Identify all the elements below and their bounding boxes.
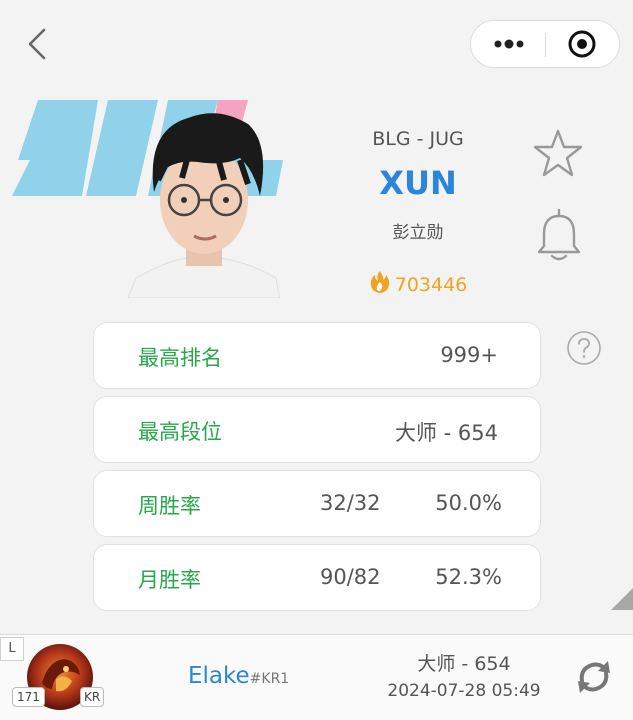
question-circle-icon	[567, 331, 601, 365]
account-rank: 大师 - 654	[417, 653, 511, 675]
stat-card-highest-rank: 最高排名 999+	[93, 322, 541, 389]
mini-program-capsule	[470, 20, 620, 68]
summoner-name-link[interactable]: Elake#KR1	[188, 663, 289, 689]
lane-badge: L	[0, 637, 24, 661]
player-name: XUN	[379, 164, 457, 202]
team-position: BLG - JUG	[372, 128, 464, 150]
account-updated-at: 2024-07-28 05:49	[387, 681, 541, 701]
subscribe-button[interactable]	[536, 208, 582, 262]
player-photo	[128, 113, 280, 298]
stat-games: 90/82	[320, 565, 381, 589]
stat-value: 999+	[440, 343, 498, 367]
summoner-name: Elake	[188, 663, 250, 689]
level-badge: 171	[12, 687, 45, 707]
stat-label: 最高排名	[138, 346, 222, 370]
stat-label: 周胜率	[138, 494, 201, 518]
player-real-name: 彭立勋	[392, 223, 444, 243]
refresh-button[interactable]	[572, 657, 616, 697]
stat-rate: 50.0%	[435, 491, 502, 515]
heat-value: 703446	[394, 274, 468, 296]
corner-triangle-icon	[611, 588, 633, 610]
stat-value: 大师 - 654	[394, 421, 498, 445]
bell-outline-icon	[537, 208, 581, 261]
stat-card-week-winrate: 周胜率 32/32 50.0%	[93, 470, 541, 537]
stat-card-month-winrate: 月胜率 90/82 52.3%	[93, 544, 541, 611]
stat-rate: 52.3%	[435, 565, 502, 589]
stat-label: 最高段位	[138, 420, 222, 444]
more-button[interactable]	[471, 21, 545, 67]
help-button[interactable]	[566, 330, 602, 366]
favorite-button[interactable]	[533, 128, 583, 180]
target-close-icon	[568, 30, 596, 58]
fire-icon	[370, 271, 389, 293]
stat-label: 月胜率	[138, 568, 201, 592]
stat-card-highest-tier: 最高段位 大师 - 654	[93, 396, 541, 463]
heat-score: 703446	[330, 270, 506, 296]
region-badge: KR	[80, 687, 105, 707]
chevron-left-icon	[28, 28, 46, 60]
more-dots-icon	[494, 39, 524, 49]
top-bar	[0, 0, 633, 90]
account-bar: L 171 KR Elake#KR1 大师 - 654 2024-07-28 0…	[0, 634, 633, 720]
summoner-tag: #KR1	[249, 671, 290, 687]
star-outline-icon	[533, 129, 583, 177]
stat-games: 32/32	[320, 491, 381, 515]
back-button[interactable]	[22, 26, 54, 62]
close-button[interactable]	[546, 21, 620, 67]
refresh-icon	[578, 661, 610, 693]
